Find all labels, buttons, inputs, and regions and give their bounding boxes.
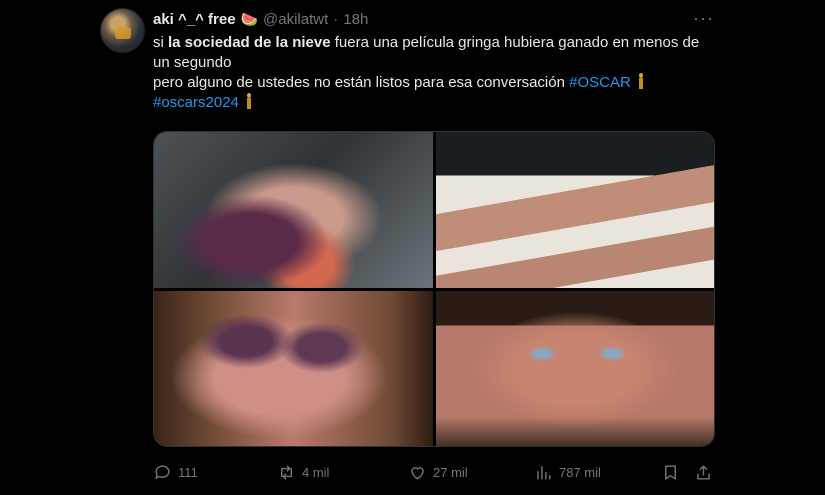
views-count: 787 mil bbox=[559, 464, 601, 480]
tweet-text: si la sociedad de la nieve fuera una pel… bbox=[153, 33, 713, 113]
oscar-statuette-icon bbox=[245, 93, 253, 109]
hashtag-oscars2024[interactable]: #oscars2024 bbox=[153, 94, 239, 111]
photo-face-closeup[interactable] bbox=[436, 291, 714, 446]
media-grid bbox=[153, 131, 715, 447]
avatar[interactable] bbox=[100, 8, 145, 53]
action-bar: 111 4 mil 27 mil 787 mil bbox=[153, 460, 715, 484]
user-handle[interactable]: @akilatwt bbox=[263, 11, 328, 28]
retweet-icon bbox=[281, 464, 292, 480]
text-bold-segment: la sociedad de la nieve bbox=[168, 34, 331, 51]
hashtag-oscar[interactable]: #OSCAR bbox=[569, 74, 631, 91]
like-count: 27 mil bbox=[433, 464, 468, 480]
tweet-card: aki ^_^ free 🍉 @akilatwt · 18h ··· si la… bbox=[0, 0, 825, 495]
text-segment: pero alguno de ustedes no están listos p… bbox=[153, 74, 570, 91]
tweet-header: aki ^_^ free 🍉 @akilatwt · 18h bbox=[153, 9, 368, 29]
separator-dot: · bbox=[333, 10, 339, 28]
timestamp[interactable]: 18h bbox=[343, 11, 368, 28]
reply-count: 111 bbox=[178, 464, 198, 480]
more-options-icon[interactable]: ··· bbox=[693, 9, 714, 27]
reply-icon bbox=[155, 464, 170, 479]
retweet-count: 4 mil bbox=[302, 464, 330, 480]
bookmark-icon bbox=[665, 464, 676, 480]
photo-thin-legs[interactable] bbox=[436, 132, 714, 288]
oscar-statuette-icon bbox=[637, 73, 645, 89]
views-button[interactable]: 787 mil bbox=[534, 460, 601, 484]
reply-button[interactable]: 111 bbox=[153, 460, 198, 484]
watermelon-emoji: 🍉 bbox=[240, 10, 259, 27]
display-name[interactable]: aki ^_^ free bbox=[153, 11, 236, 28]
photo-bruised-face[interactable] bbox=[154, 291, 433, 446]
photo-injured-foot[interactable] bbox=[154, 132, 433, 288]
like-button[interactable]: 27 mil bbox=[408, 460, 468, 484]
heart-icon bbox=[411, 466, 424, 480]
share-button[interactable] bbox=[694, 460, 713, 484]
share-icon bbox=[697, 464, 710, 480]
analytics-icon bbox=[537, 465, 551, 480]
retweet-button[interactable]: 4 mil bbox=[277, 460, 329, 484]
bookmark-button[interactable] bbox=[661, 460, 680, 484]
text-segment: si bbox=[153, 34, 168, 51]
